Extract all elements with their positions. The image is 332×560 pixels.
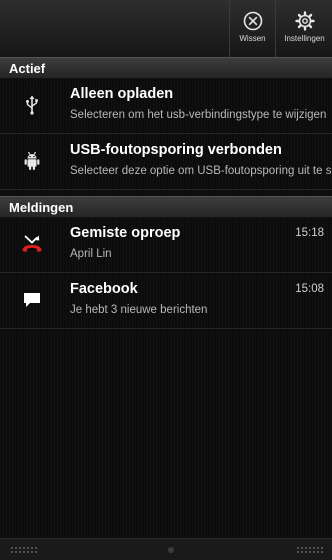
section-header-active: Actief xyxy=(0,57,332,79)
shade-handle-bar[interactable] xyxy=(0,538,332,560)
grip-right-icon xyxy=(296,546,324,554)
section-header-notifications: Meldingen xyxy=(0,196,332,218)
notification-usb-debugging[interactable]: USB-foutopsporing verbonden Selecteer de… xyxy=(0,134,332,190)
notification-title: Facebook xyxy=(70,281,138,297)
notification-usb-charging[interactable]: Alleen opladen Selecteren om het usb-ver… xyxy=(0,78,332,134)
section-title-notifications: Meldingen xyxy=(9,200,74,215)
notification-subtitle: April Lin xyxy=(70,248,112,260)
notification-title: USB-foutopsporing verbonden xyxy=(70,142,282,158)
notification-title: Gemiste oproep xyxy=(70,225,181,241)
section-title-active: Actief xyxy=(9,61,46,76)
settings-button[interactable]: Instellingen xyxy=(275,0,332,57)
notification-missed-call[interactable]: Gemiste oproep April Lin 15:18 xyxy=(0,217,332,273)
missed-call-icon xyxy=(20,232,44,256)
gear-icon xyxy=(294,11,315,31)
shade-toolbar: Wissen Instellingen xyxy=(0,0,332,57)
notification-time: 15:18 xyxy=(295,227,324,239)
message-icon xyxy=(20,288,44,312)
settings-label: Instellingen xyxy=(284,34,325,43)
clear-label: Wissen xyxy=(239,34,266,43)
android-debug-icon xyxy=(20,149,44,173)
notification-subtitle: Je hebt 3 nieuwe berichten xyxy=(70,304,208,316)
handle-dot xyxy=(168,547,174,553)
usb-icon xyxy=(20,93,44,117)
clear-icon xyxy=(243,11,262,31)
notification-shade: Wissen Instellingen Actief Alleen oplade… xyxy=(0,0,332,560)
grip-left-icon xyxy=(10,546,38,554)
notification-time: 15:08 xyxy=(295,283,324,295)
notification-subtitle: Selecteer deze optie om USB-foutopsporin… xyxy=(70,165,332,177)
notification-subtitle: Selecteren om het usb-verbindingstype te… xyxy=(70,109,327,121)
clear-button[interactable]: Wissen xyxy=(229,0,275,57)
notification-facebook[interactable]: Facebook Je hebt 3 nieuwe berichten 15:0… xyxy=(0,273,332,329)
notification-title: Alleen opladen xyxy=(70,86,174,102)
